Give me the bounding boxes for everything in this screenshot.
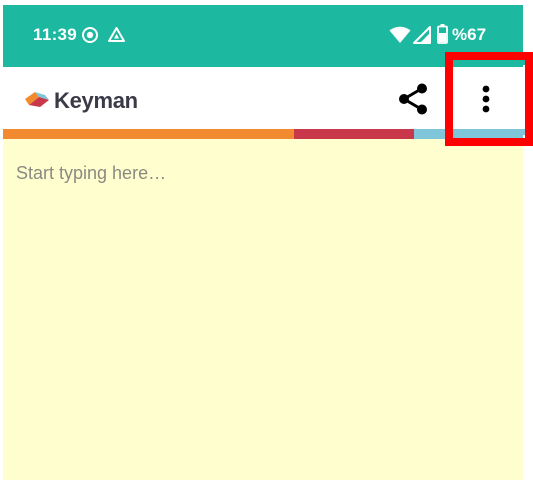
brand-stripe bbox=[3, 129, 523, 139]
wifi-icon bbox=[389, 26, 411, 49]
record-icon bbox=[81, 26, 99, 49]
stripe-segment-red bbox=[294, 129, 414, 139]
highlight-stripe-fill bbox=[453, 129, 525, 135]
text-input-area[interactable]: Start typing here… bbox=[3, 139, 523, 480]
phone-screen: 11:39 %67 Keyman Start typing here… bbox=[3, 5, 523, 480]
battery-percentage: %67 bbox=[452, 25, 487, 44]
drive-icon bbox=[107, 26, 126, 49]
battery-icon bbox=[437, 24, 448, 49]
app-screenshot: 11:39 %67 Keyman Start typing here… bbox=[0, 0, 533, 480]
share-button[interactable] bbox=[396, 81, 432, 117]
text-input-placeholder: Start typing here… bbox=[16, 163, 167, 183]
signal-icon bbox=[413, 26, 431, 49]
app-bar: Keyman bbox=[3, 67, 523, 129]
highlight-status-fill bbox=[453, 60, 525, 65]
share-icon bbox=[399, 83, 427, 115]
stripe-segment-orange bbox=[3, 129, 294, 139]
status-time: 11:39 bbox=[33, 25, 78, 44]
keyman-logo-icon bbox=[23, 89, 51, 114]
app-title: Keyman bbox=[54, 88, 138, 113]
more-vertical-icon bbox=[482, 85, 490, 113]
status-bar: 11:39 %67 bbox=[3, 5, 523, 67]
overflow-menu-button[interactable] bbox=[468, 81, 504, 117]
